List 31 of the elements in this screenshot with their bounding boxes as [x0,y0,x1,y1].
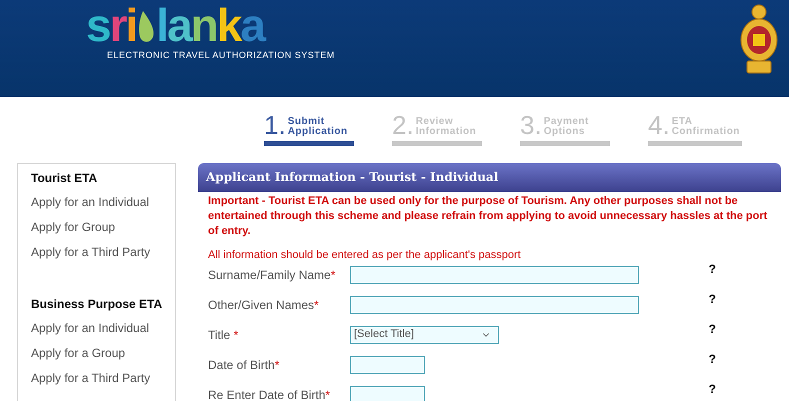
sidebar-link[interactable]: Apply for an Individual [31,190,175,215]
panel-title-bar: Applicant Information - Tourist - Individual [198,163,781,192]
important-notice: Important - Tourist ETA can be used only for the purpose of Tourism. Any other purposes shall not be entertained through this scheme and please refrain from applying to avoid unnecessary hassles at the port of entry. [208,194,768,239]
field-label: Other/Given Names* [208,296,320,314]
field-label: Surname/Family Name* [208,266,336,284]
sidebar-heading: Tourist ETA [31,170,98,187]
subtitle: ELECTRONIC TRAVEL AUTHORIZATION SYSTEM [106,49,335,62]
sidebar-link[interactable]: Apply for a Group [31,341,175,366]
input-field[interactable] [350,266,639,284]
help-mark[interactable]: ? [708,380,716,398]
help-mark[interactable]: ? [708,260,716,278]
help-mark[interactable]: ? [708,290,716,308]
logo-text: sri [86,2,136,48]
sidebar-link[interactable]: Apply for Group [31,215,175,240]
help-mark[interactable]: ? [708,350,716,368]
input-field[interactable] [350,296,639,314]
sidebar-link[interactable]: Apply for a Third Party [31,240,175,265]
help-mark[interactable]: ? [708,320,716,338]
input-field[interactable] [350,356,425,374]
field-label: Date of Birth* [208,356,280,374]
input-field[interactable] [350,386,425,401]
sidebar-heading: Business Purpose ETA [31,296,164,313]
emblem-icon [739,3,779,75]
island-icon [137,10,156,44]
passport-note: All information should be entered as per the applicant's passport [208,248,522,263]
title-select[interactable]: [Select Title] [350,326,499,344]
sidebar-link[interactable]: Apply for an Individual [31,316,175,341]
logo-text: lanka [156,2,264,48]
sidebar-link[interactable]: Apply for a Third Party [31,366,175,391]
field-label: Title * [208,326,240,344]
field-label: Re Enter Date of Birth* [208,386,332,401]
